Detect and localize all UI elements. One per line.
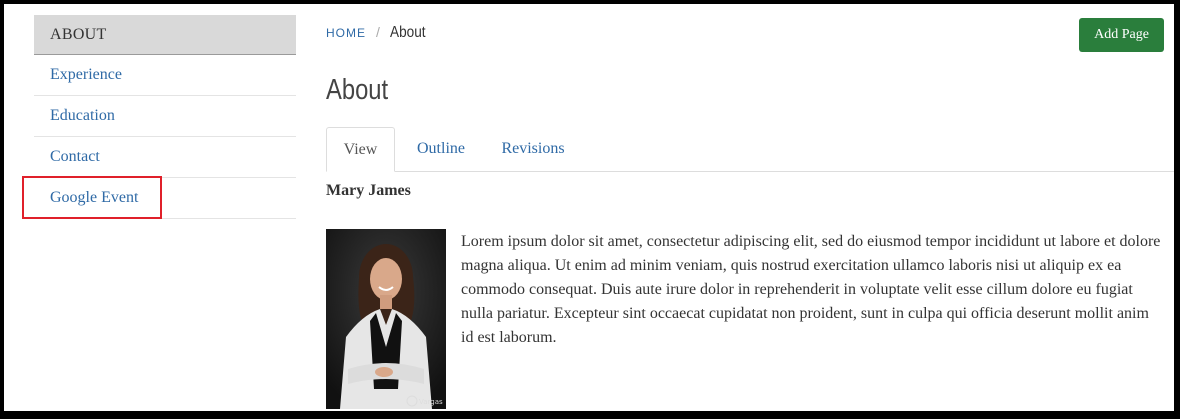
tab-view[interactable]: View (326, 127, 395, 172)
breadcrumb: HOME / About (326, 24, 432, 42)
page-frame: ABOUT Experience Education Contact Googl… (4, 4, 1174, 411)
sidebar-header[interactable]: ABOUT (34, 15, 296, 55)
author-name: Mary James (326, 182, 411, 199)
add-page-button[interactable]: Add Page (1079, 18, 1164, 52)
breadcrumb-current: About (389, 24, 426, 41)
sidebar-item-experience[interactable]: Experience (34, 55, 296, 96)
profile-photo: Vargas (326, 229, 446, 409)
sidebar-item-education[interactable]: Education (34, 96, 296, 137)
breadcrumb-separator: / (376, 24, 380, 40)
page-title: About (326, 74, 389, 106)
tab-bar: View Outline Revisions (326, 127, 1174, 172)
sidebar-nav: ABOUT Experience Education Contact Googl… (22, 15, 296, 219)
tab-revisions[interactable]: Revisions (494, 127, 572, 171)
body-paragraph: Lorem ipsum dolor sit amet, consectetur … (461, 233, 1161, 346)
breadcrumb-home-link[interactable]: HOME (326, 26, 366, 40)
highlight-box (22, 176, 162, 219)
sidebar-item-contact[interactable]: Contact (34, 137, 296, 178)
photo-watermark: Vargas (419, 398, 443, 406)
tab-outline[interactable]: Outline (406, 127, 476, 171)
